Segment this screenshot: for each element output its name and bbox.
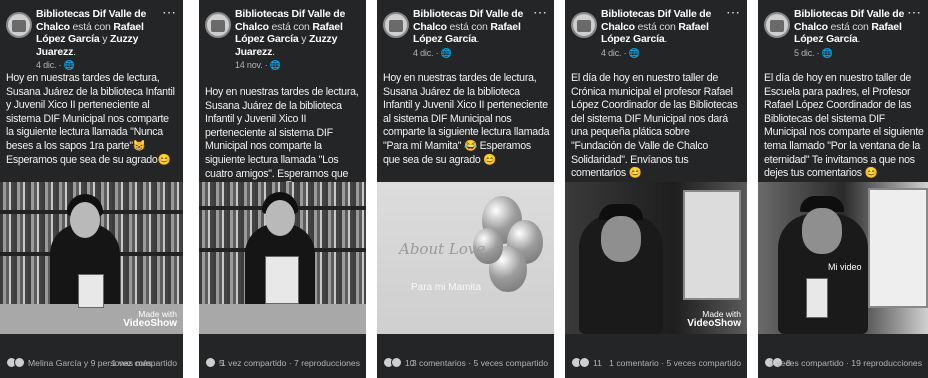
table [199,304,366,334]
reactions[interactable]: 11 [571,357,602,368]
and-text: y [301,33,307,45]
reaction-count: 11 [593,357,602,368]
watermark-line-2: VideoShow [687,318,741,329]
post-meta: Bibliotecas Dif Valle de Chalco está con… [235,8,348,72]
whiteboard [683,190,741,300]
post-stats[interactable]: 1 vez compartido · 7 reproducciones [221,358,360,368]
post-date[interactable]: 4 dic. · 🌐 [413,47,536,60]
date-text: 14 nov. · [235,60,270,70]
post-card-1: Bibliotecas Dif Valle de Chalco está con… [0,0,183,378]
with-text: está con [449,20,488,33]
love-icon [579,357,590,368]
post-text: Hoy en nuestras tardes de lectura, Susan… [383,72,550,166]
picture-book [265,256,299,304]
held-book [806,278,828,318]
globe-icon: 🌐 [63,60,75,70]
post-stats[interactable]: 1 comentario · 5 veces compartido [609,358,741,368]
post-meta: Bibliotecas Dif Valle de Chalco está con… [36,8,165,72]
period: . [73,45,76,58]
post-video[interactable] [199,182,366,334]
more-options-icon[interactable]: ⋯ [726,4,741,21]
more-options-icon[interactable]: ⋯ [907,4,922,21]
video-caption: Mi video [828,262,862,272]
post-video[interactable]: Mi video [758,182,928,334]
post-stats[interactable]: 3 veces compartido · 19 reproducciones [769,358,922,368]
post-footer: 11 1 comentario · 5 veces compartido [565,354,747,370]
globe-icon: 🌐 [440,47,452,58]
post-header: Bibliotecas Dif Valle de Chalco está con… [377,0,554,70]
videoshow-watermark: Made with VideoShow [687,310,741,329]
period: . [476,33,480,45]
reader-face [265,200,295,236]
with-text: está con [72,20,111,33]
post-footer: 10 3 comentarios · 5 veces compartido [377,354,554,370]
with-text: está con [271,20,310,33]
post-meta: Bibliotecas Dif Valle de Chalco está con… [794,8,910,59]
page-avatar[interactable] [764,12,790,38]
with-text: está con [637,20,676,33]
post-footer: 5 1 vez compartido · 7 reproducciones [199,354,366,370]
watermark-line-2: VideoShow [123,318,177,329]
period: . [664,33,668,45]
date-text: 4 dic. · [413,47,441,58]
post-header: Bibliotecas Dif Valle de Chalco está con… [565,0,747,70]
more-options-icon[interactable]: ⋯ [162,4,177,21]
page-avatar[interactable] [6,12,32,38]
picture-book [78,274,104,308]
love-icon [391,357,402,368]
post-card-2: Bibliotecas Dif Valle de Chalco está con… [199,0,366,378]
post-video[interactable]: About Love Para mi Mamita [377,182,554,334]
globe-icon: 🌐 [628,47,640,58]
love-icon [14,357,25,368]
post-header: Bibliotecas Dif Valle de Chalco está con… [0,0,183,70]
speaker-face [802,208,842,254]
reactions[interactable]: 10 [383,357,415,368]
whiteboard [868,188,928,308]
post-stats[interactable]: 1 vez compartido [112,358,177,368]
date-text: 4 dic. · [601,47,629,58]
post-date[interactable]: 5 dic. · 🌐 [794,47,910,60]
period: . [857,33,861,45]
page-avatar[interactable] [571,12,597,38]
page-avatar[interactable] [383,12,409,38]
date-text: 4 dic. · [36,60,64,70]
post-video[interactable]: Made with VideoShow [0,182,183,334]
and-text: y [102,33,108,45]
post-stats[interactable]: 3 comentarios · 5 veces compartido [412,358,548,368]
page-avatar[interactable] [205,12,231,38]
post-footer: 8 3 veces compartido · 19 reproducciones [758,354,928,370]
post-text: El día de hoy en nuestro taller de Escue… [764,72,924,180]
reader-face [70,202,100,238]
post-header: Bibliotecas Dif Valle de Chalco está con… [758,0,928,70]
post-text: Hoy en nuestras tardes de lectura, Susan… [6,72,175,166]
globe-icon: 🌐 [269,60,281,70]
post-footer: Melina García y 9 personas más 1 vez com… [0,354,183,370]
date-text: 5 dic. · [794,47,822,58]
post-header: Bibliotecas Dif Valle de Chalco está con… [199,0,366,70]
post-date[interactable]: 14 nov. · 🌐 [235,59,348,72]
post-card-4: Bibliotecas Dif Valle de Chalco está con… [565,0,747,378]
video-caption: Para mi Mamita [411,282,482,293]
video-title: About Love [399,240,486,258]
period: . [272,45,275,58]
post-video[interactable]: Made with VideoShow [565,182,747,334]
post-date[interactable]: 4 dic. · 🌐 [36,59,165,72]
globe-icon: 🌐 [821,47,833,58]
post-meta: Bibliotecas Dif Valle de Chalco está con… [413,8,536,59]
post-date[interactable]: 4 dic. · 🌐 [601,47,729,60]
more-options-icon[interactable]: ⋯ [533,4,548,21]
videoshow-watermark: Made with VideoShow [123,310,177,329]
post-text: Hoy en nuestras tardes de lectura, Susan… [205,86,359,193]
speaker-face [601,216,641,262]
post-card-5: Bibliotecas Dif Valle de Chalco está con… [758,0,928,378]
post-text: El día de hoy en nuestro taller de Cróni… [571,72,738,180]
post-card-3: Bibliotecas Dif Valle de Chalco está con… [377,0,554,378]
with-text: está con [830,20,869,33]
post-meta: Bibliotecas Dif Valle de Chalco está con… [601,8,729,59]
like-icon [205,357,216,368]
